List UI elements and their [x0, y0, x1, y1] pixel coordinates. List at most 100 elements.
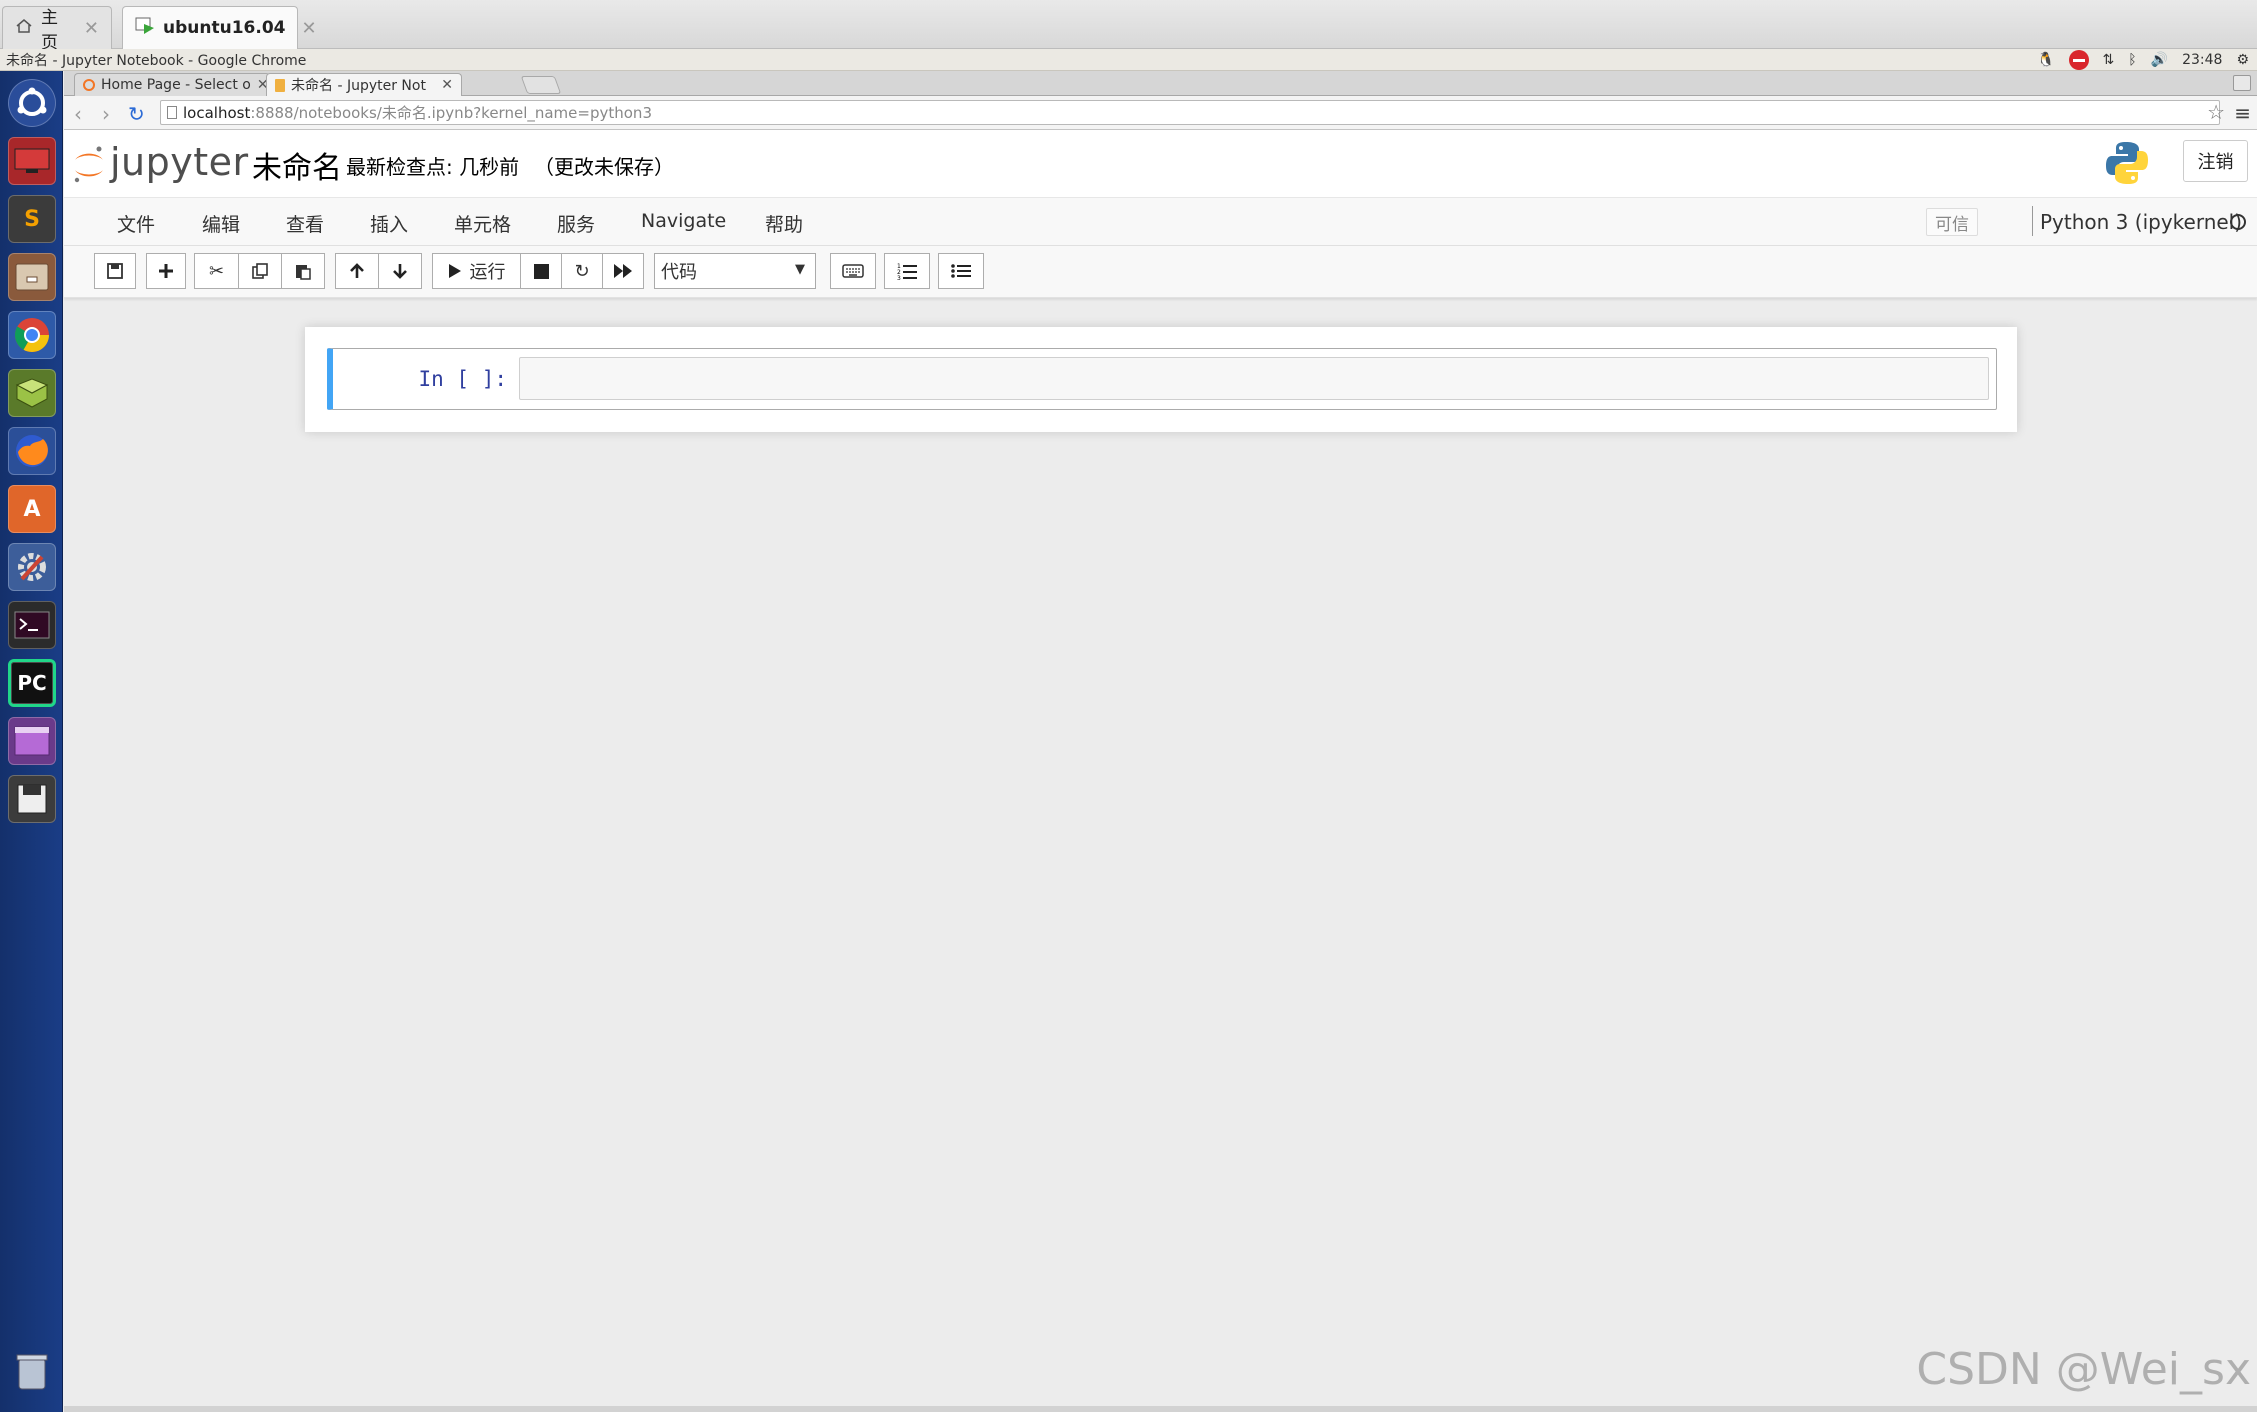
pycharm-icon[interactable]: PC: [8, 659, 56, 707]
cut-cell-button[interactable]: ✂: [194, 253, 239, 289]
workspace-icon[interactable]: [8, 717, 56, 765]
chrome-tab-home-page[interactable]: Home Page - Select o ✕: [74, 73, 270, 96]
paste-cell-button[interactable]: [281, 253, 325, 289]
window-bottom-border: [64, 1406, 2257, 1412]
save-button[interactable]: [94, 253, 136, 289]
network-icon[interactable]: ⇅: [2103, 52, 2115, 68]
code-input-area[interactable]: [519, 357, 1989, 400]
notebook-name[interactable]: 未命名: [252, 143, 342, 187]
restart-kernel-button[interactable]: ↻: [561, 253, 603, 289]
menu-file[interactable]: 文件: [117, 210, 155, 237]
close-icon[interactable]: ✕: [435, 77, 453, 93]
clock[interactable]: 23:48: [2182, 52, 2222, 68]
code-cell[interactable]: In [ ]:: [327, 348, 1997, 410]
window-title: 未命名 - Jupyter Notebook - Google Chrome: [6, 52, 307, 69]
bluetooth-icon[interactable]: ᛒ: [2128, 52, 2136, 68]
jupyter-toolbar: ✂ 运行 ↻ 代码 ▼ 123: [64, 246, 2257, 298]
ubuntu-dash-icon[interactable]: [8, 79, 56, 127]
watermark: CSDN @Wei_sx: [1916, 1344, 2251, 1395]
save-icon: [106, 262, 124, 280]
copy-cell-button[interactable]: [238, 253, 282, 289]
menu-kernel[interactable]: 服务: [557, 210, 595, 237]
address-bar[interactable]: localhost :8888/notebooks/未命名.ipynb?kern…: [160, 100, 2220, 125]
settings-gear-icon[interactable]: ⚙: [2236, 52, 2249, 68]
play-icon: [448, 263, 462, 279]
kernel-name[interactable]: Python 3 (ipykernel): [2040, 210, 2242, 234]
run-button[interactable]: 运行: [432, 253, 521, 289]
reload-icon[interactable]: ↻: [128, 102, 145, 126]
vm-tab-label: 主页: [41, 8, 58, 53]
table-of-contents-numbered-button[interactable]: 123: [884, 253, 930, 289]
svg-text:3: 3: [897, 275, 901, 280]
caret-down-icon: ▼: [795, 262, 805, 277]
bullet-list-icon: [951, 263, 971, 279]
jupyter-logo[interactable]: jupyter: [72, 140, 249, 184]
qq-icon[interactable]: 🐧: [2037, 52, 2054, 68]
vm-tab-label: ubuntu16.04: [163, 18, 286, 38]
menu-help[interactable]: 帮助: [765, 210, 803, 237]
trusted-indicator[interactable]: 可信: [1926, 208, 1978, 236]
terminal-icon[interactable]: [8, 601, 56, 649]
chrome-menu-icon[interactable]: ≡: [2234, 101, 2251, 125]
close-icon[interactable]: ✕: [301, 18, 316, 39]
remote-desktop-icon[interactable]: [8, 137, 56, 185]
new-tab-button[interactable]: [520, 76, 562, 94]
menu-edit[interactable]: 编辑: [202, 210, 240, 237]
cell-type-select[interactable]: 代码 ▼: [654, 253, 816, 289]
menu-insert[interactable]: 插入: [370, 210, 408, 237]
sublime-text-icon[interactable]: S: [8, 195, 56, 243]
bookmark-star-icon[interactable]: ☆: [2207, 100, 2225, 124]
checkpoint-status: 最新检查点: 几秒前: [346, 155, 520, 179]
move-cell-up-button[interactable]: [335, 253, 379, 289]
chrome-icon[interactable]: [8, 311, 56, 359]
interrupt-kernel-button[interactable]: [520, 253, 562, 289]
chrome-tab-notebook[interactable]: 未命名 - Jupyter Not ✕: [266, 73, 462, 96]
chrome-tab-strip: Home Page - Select o ✕ 未命名 - Jupyter Not…: [64, 71, 2257, 96]
file-manager-icon[interactable]: [8, 253, 56, 301]
software-center-icon[interactable]: A: [8, 485, 56, 533]
firefox-icon[interactable]: [8, 427, 56, 475]
window-restore-button[interactable]: [2233, 75, 2251, 91]
back-arrow-icon[interactable]: ‹: [74, 102, 82, 126]
insert-cell-button[interactable]: [146, 253, 186, 289]
vm-tab-home[interactable]: 主页 ✕: [2, 6, 112, 53]
unity-launcher: S A PC: [0, 71, 63, 1412]
stop-icon[interactable]: [2068, 50, 2089, 70]
jupyter-logo-text: jupyter: [110, 140, 249, 184]
system-settings-icon[interactable]: [8, 543, 56, 591]
python-logo-icon: [2104, 140, 2150, 190]
restart-run-all-button[interactable]: [602, 253, 644, 289]
menu-cell[interactable]: 单元格: [454, 210, 511, 237]
move-cell-down-button[interactable]: [378, 253, 422, 289]
table-of-contents-button[interactable]: [938, 253, 984, 289]
url-host: localhost: [183, 103, 251, 122]
menu-navigate[interactable]: Navigate: [641, 210, 726, 232]
input-prompt: In [ ]:: [418, 367, 507, 391]
forward-arrow-icon[interactable]: ›: [102, 102, 110, 126]
vm-tab-ubuntu[interactable]: ubuntu16.04 ✕: [122, 6, 317, 49]
screen: { "vm_tabs": [ {"label": "主页", "icon": "…: [0, 0, 2257, 1412]
command-palette-button[interactable]: [830, 253, 876, 289]
book-icon[interactable]: [8, 369, 56, 417]
vm-tab-strip: 主页 ✕ ubuntu16.04 ✕: [0, 0, 2257, 53]
kernel-divider: [2032, 206, 2033, 236]
home-icon: [15, 18, 33, 39]
cell-type-value: 代码: [661, 262, 697, 283]
jupyter-menubar: 文件 编辑 查看 插入 单元格 服务 Navigate 帮助 可信 Python…: [64, 198, 2257, 246]
notebook-container: In [ ]:: [305, 327, 2017, 432]
notebook-favicon-icon: [275, 78, 285, 92]
volume-icon[interactable]: 🔊: [2151, 52, 2168, 68]
refresh-icon: ↻: [574, 260, 590, 282]
arrow-up-icon: [348, 262, 366, 280]
arrow-down-icon: [391, 262, 409, 280]
chrome-toolbar: ‹ › ↻ localhost :8888/notebooks/未命名.ipyn…: [64, 96, 2257, 130]
save-disk-icon[interactable]: [8, 775, 56, 823]
keyboard-icon: [842, 264, 864, 278]
trash-icon[interactable]: [8, 1347, 56, 1395]
close-icon[interactable]: ✕: [84, 18, 99, 39]
menu-view[interactable]: 查看: [286, 210, 324, 237]
copy-icon: [251, 262, 269, 280]
logout-button[interactable]: 注销: [2183, 140, 2248, 182]
chrome-tab-label: 未命名 - Jupyter Not: [291, 78, 426, 94]
system-tray: 🐧 ⇅ ᛒ 🔊 23:48 ⚙: [2037, 49, 2249, 71]
